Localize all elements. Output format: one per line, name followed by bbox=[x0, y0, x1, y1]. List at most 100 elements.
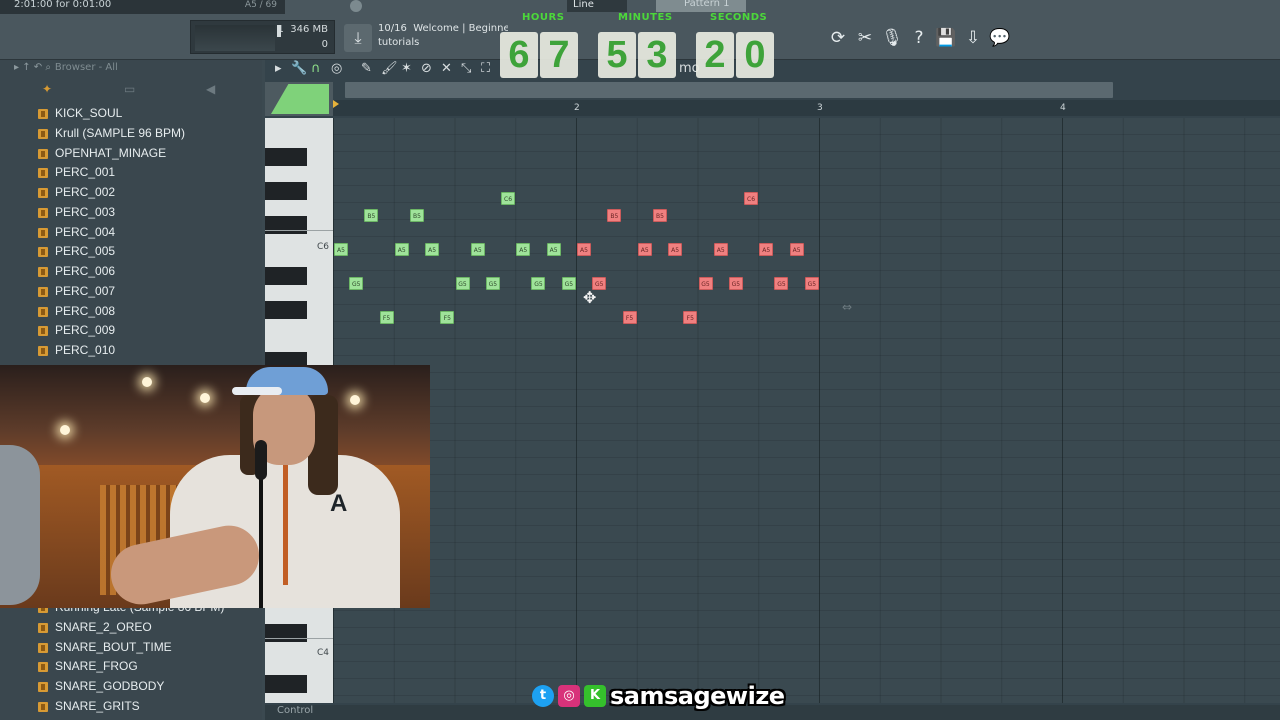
note[interactable]: B5 bbox=[652, 209, 667, 222]
note[interactable]: G5 bbox=[774, 277, 789, 290]
black-key[interactable] bbox=[265, 301, 307, 319]
document-icon[interactable]: ▭ bbox=[124, 82, 135, 96]
speaker-icon[interactable]: ◀ bbox=[206, 82, 215, 96]
note[interactable]: A5 bbox=[759, 243, 774, 256]
reset-icon[interactable]: ⟳ bbox=[826, 24, 850, 52]
note[interactable]: F5 bbox=[440, 311, 455, 324]
note[interactable]: B5 bbox=[409, 209, 424, 222]
note[interactable]: A5 bbox=[713, 243, 728, 256]
note[interactable]: B5 bbox=[364, 209, 379, 222]
note[interactable]: B5 bbox=[607, 209, 622, 222]
file-item[interactable]: SNARE_GRITS bbox=[0, 697, 262, 717]
black-key[interactable] bbox=[265, 148, 307, 166]
file-item[interactable]: Krull (SAMPLE 96 BPM) bbox=[0, 124, 262, 144]
file-item[interactable]: PERC_003 bbox=[0, 203, 262, 223]
browser-title[interactable]: ▸ ↑ ↶ ⌕ Browser - All bbox=[14, 62, 118, 73]
note[interactable]: A5 bbox=[394, 243, 409, 256]
brush-icon[interactable]: 🖌 bbox=[381, 61, 398, 76]
mic-icon[interactable]: 🎙 bbox=[880, 24, 904, 52]
black-key[interactable] bbox=[265, 216, 307, 234]
file-item[interactable]: PERC_008 bbox=[0, 302, 262, 322]
star-icon[interactable]: ✦ bbox=[42, 82, 52, 96]
cut-icon[interactable]: ✂ bbox=[853, 24, 877, 52]
file-item[interactable]: SNARE_FROG bbox=[0, 657, 262, 677]
magnet-icon[interactable]: ∩ bbox=[311, 61, 321, 76]
select-icon[interactable]: ⤡ bbox=[461, 61, 471, 76]
file-item[interactable]: PERC_006 bbox=[0, 262, 262, 282]
black-key[interactable] bbox=[265, 624, 307, 642]
seek-knob[interactable] bbox=[350, 0, 362, 12]
note[interactable]: G5 bbox=[455, 277, 470, 290]
note[interactable]: C6 bbox=[501, 192, 516, 205]
webcam-mic-stand bbox=[259, 475, 263, 608]
note[interactable]: G5 bbox=[531, 277, 546, 290]
file-item[interactable]: PERC_007 bbox=[0, 282, 262, 302]
note[interactable]: F5 bbox=[622, 311, 637, 324]
note[interactable]: F5 bbox=[379, 311, 394, 324]
file-item[interactable]: OPENHAT_MINAGE bbox=[0, 144, 262, 164]
note[interactable]: A5 bbox=[577, 243, 591, 256]
stop-icon[interactable]: ◎ bbox=[331, 61, 342, 76]
file-item[interactable]: SNARE_BOUT_TIME bbox=[0, 638, 262, 658]
menu-arrow-icon[interactable]: ▸ bbox=[275, 61, 282, 76]
playhead-marker[interactable] bbox=[333, 100, 343, 110]
note[interactable]: A5 bbox=[516, 243, 531, 256]
file-item[interactable]: SNARE_2_OREO bbox=[0, 618, 262, 638]
note[interactable]: G5 bbox=[698, 277, 713, 290]
black-key[interactable] bbox=[265, 675, 307, 693]
browser-nav-icon[interactable]: ▸ ↑ ↶ ⌕ bbox=[14, 62, 51, 73]
horizontal-scrollbar[interactable] bbox=[345, 82, 1113, 98]
file-item[interactable]: SNARE_GODBODY bbox=[0, 677, 262, 697]
timer-digit: 0 bbox=[736, 32, 774, 78]
pencil-icon[interactable]: ✎ bbox=[361, 61, 372, 76]
help-icon[interactable]: ? bbox=[907, 24, 931, 52]
note[interactable]: C6 bbox=[744, 192, 759, 205]
note[interactable]: G5 bbox=[728, 277, 743, 290]
note[interactable]: A5 bbox=[425, 243, 440, 256]
timeline-ruler[interactable]: 2 3 4 bbox=[333, 100, 1280, 116]
hint-panel[interactable]: 10/16 Welcome | Beginner tutorials bbox=[378, 22, 508, 50]
social-handle: samsagewize bbox=[610, 682, 785, 710]
black-key[interactable] bbox=[265, 267, 307, 285]
file-item[interactable]: PERC_002 bbox=[0, 183, 262, 203]
black-key[interactable] bbox=[265, 182, 307, 200]
note[interactable]: G5 bbox=[349, 277, 364, 290]
file-label: PERC_001 bbox=[55, 165, 116, 180]
file-label: SNARE_GODBODY bbox=[55, 679, 165, 693]
delete-icon[interactable]: ✶ bbox=[401, 61, 412, 76]
file-item[interactable]: KICK_SOUL bbox=[0, 104, 262, 124]
webcam-lanyard bbox=[283, 465, 288, 585]
file-item[interactable]: PERC_005 bbox=[0, 242, 262, 262]
browser-header: ▸ ↑ ↶ ⌕ Browser - All ✦ ▭ ◀ bbox=[0, 60, 262, 104]
note-grid[interactable]: A5 B5 G5 F5 A5 B5 A5 F5 G5 A5 G5 C6 A5 G5 A5 G5 A5 G5 B5 F5… bbox=[333, 118, 1280, 703]
note[interactable]: G5 bbox=[561, 277, 576, 290]
note[interactable]: A5 bbox=[637, 243, 652, 256]
file-list-top: KICK_SOUL Krull (SAMPLE 96 BPM) OPENHAT_MI… bbox=[0, 104, 262, 361]
note[interactable]: A5 bbox=[470, 243, 485, 256]
chat-icon[interactable]: 💬 bbox=[988, 24, 1012, 52]
note[interactable]: G5 bbox=[485, 277, 500, 290]
file-item[interactable]: PERC_004 bbox=[0, 223, 262, 243]
note[interactable]: A5 bbox=[668, 243, 683, 256]
file-label: KICK_SOUL bbox=[55, 106, 123, 120]
slice-icon[interactable]: ✕ bbox=[441, 61, 452, 76]
note[interactable]: A5 bbox=[546, 243, 561, 256]
zoom-icon[interactable]: ⛶ bbox=[481, 61, 490, 76]
webcam-hat-brim bbox=[232, 387, 282, 395]
wrench-icon[interactable]: 🔧 bbox=[291, 61, 307, 76]
mute-icon[interactable]: ⊘ bbox=[421, 61, 432, 76]
note[interactable]: G5 bbox=[804, 277, 819, 290]
file-list-bottom: Running Late (Sample 86 BPM)SNARE_2_OREO… bbox=[0, 598, 262, 717]
file-item[interactable]: PERC_001 bbox=[0, 163, 262, 183]
song-position-display: 2:01:00 for 0:01:00 A5 / 69 bbox=[0, 0, 285, 14]
note[interactable]: A5 bbox=[334, 243, 348, 256]
move-cursor-icon: ✥ bbox=[583, 288, 597, 307]
note[interactable]: F5 bbox=[683, 311, 698, 324]
file-item[interactable]: PERC_010 bbox=[0, 341, 262, 361]
folder-icon bbox=[38, 286, 48, 297]
file-item[interactable]: PERC_009 bbox=[0, 321, 262, 341]
note[interactable]: A5 bbox=[789, 243, 804, 256]
render-icon[interactable]: ⇩ bbox=[961, 24, 985, 52]
save-icon[interactable]: 💾 bbox=[934, 24, 958, 52]
download-icon[interactable]: ⤓ bbox=[344, 24, 372, 52]
